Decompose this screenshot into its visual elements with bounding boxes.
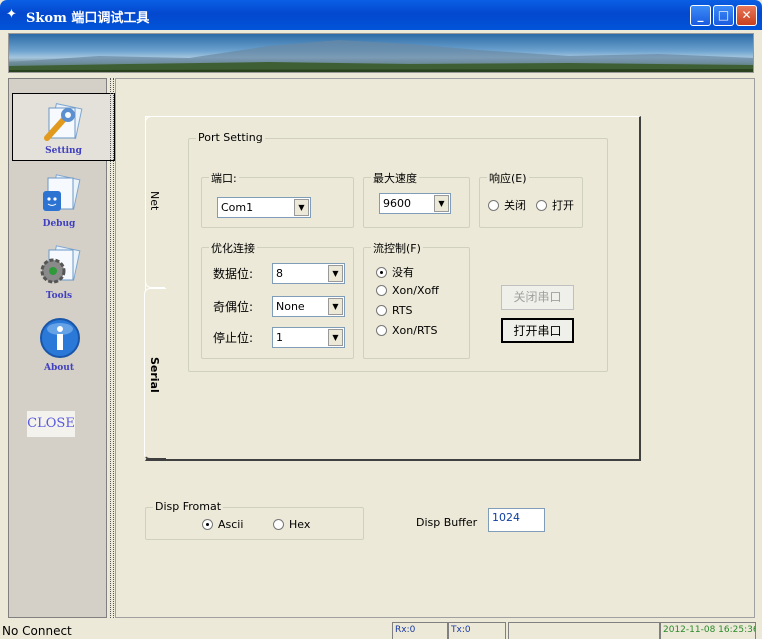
serial-tab-panel: Port Setting 端口: Com1 ▼ 最大速度 9600 ▼ 响应(E… [145,116,641,461]
response-group: 响应(E) 关闭 打开 [479,170,583,228]
disp-format-label: Disp Fromat [153,500,224,513]
sidebar-item-tools[interactable]: Tools [11,237,107,305]
open-port-button[interactable]: 打开串口 [501,318,574,343]
minimize-icon: _ [697,8,704,22]
flow-none-radio[interactable]: 没有 [376,264,414,280]
parity-select[interactable]: None ▼ [272,296,345,317]
sidebar-item-setting[interactable]: Setting [12,93,115,161]
response-on-radio[interactable]: 打开 [536,197,574,213]
disp-hex-label: Hex [289,518,311,531]
chevron-down-icon[interactable]: ▼ [294,199,309,216]
connection-status: No Connect [2,624,72,638]
disp-hex-radio[interactable]: Hex [273,518,310,531]
radio-icon [273,519,284,530]
setting-icon [44,103,83,141]
stop-bits-value: 1 [276,331,283,344]
port-select[interactable]: Com1 ▼ [217,197,311,218]
window-title: Skom 端口调试工具 [26,11,150,26]
chevron-down-icon[interactable]: ▼ [434,195,449,212]
sidebar-item-label: Debug [42,219,76,229]
minimize-button[interactable]: _ [690,5,711,26]
disp-buffer-label: Disp Buffer [416,516,478,529]
radio-icon [376,325,387,336]
optimize-label: 优化连接 [209,240,257,256]
flow-control-label: 流控制(F) [371,240,423,256]
about-icon [40,318,80,358]
status-blank [508,622,660,639]
flow-control-group: 流控制(F) 没有 Xon/Xoff RTS Xon/RTS [363,240,470,359]
sidebar-item-debug[interactable]: Debug [11,165,107,233]
radio-icon [488,200,499,211]
app-icon: ✦ [6,7,17,22]
tools-icon [40,245,81,284]
flow-xon-xoff-radio[interactable]: Xon/Xoff [376,284,439,297]
maximize-button[interactable]: □ [713,5,734,26]
max-speed-label: 最大速度 [371,170,419,186]
disp-buffer-input[interactable]: 1024 [488,508,545,532]
port-setting-group: Port Setting 端口: Com1 ▼ 最大速度 9600 ▼ 响应(E… [188,131,608,372]
close-app-button[interactable]: CLOSE [27,411,75,437]
port-value: Com1 [221,201,254,214]
radio-icon [536,200,547,211]
tab-net-label: Net [148,191,161,211]
tab-net[interactable]: Net [145,116,165,288]
sidebar-item-label: Setting [45,146,82,156]
flow-rts-radio[interactable]: RTS [376,304,413,317]
optimize-group: 优化连接 数据位: 8 ▼ 奇偶位: None ▼ 停止位: 1 ▼ [201,240,354,359]
port-label: 端口: [209,170,239,186]
flow-option-label: Xon/RTS [392,324,438,337]
port-setting-title: Port Setting [196,131,265,144]
data-bits-select[interactable]: 8 ▼ [272,263,345,284]
disp-ascii-label: Ascii [218,518,244,531]
response-label: 响应(E) [487,170,529,186]
sidebar: Setting Debug Tools About CLOSE [8,78,115,618]
main-window: ✦ Skom 端口调试工具 _ □ ✕ Setting Debug Tools … [0,0,762,639]
chevron-down-icon[interactable]: ▼ [328,329,343,346]
stop-bits-select[interactable]: 1 ▼ [272,327,345,348]
max-speed-value: 9600 [383,197,411,210]
data-bits-value: 8 [276,267,283,280]
sidebar-item-label: Tools [45,291,73,301]
flow-xon-rts-radio[interactable]: Xon/RTS [376,324,438,337]
splitter[interactable] [110,78,114,618]
disp-ascii-radio[interactable]: Ascii [202,518,243,531]
response-off-radio[interactable]: 关闭 [488,197,526,213]
stop-bits-label: 停止位: [213,331,254,345]
close-port-button[interactable]: 关闭串口 [501,285,574,310]
rx-counter: Rx:0 [392,622,448,639]
maximize-icon: □ [717,8,730,22]
tab-serial-label: Serial [148,357,161,393]
tx-counter: Tx:0 [448,622,506,639]
mountain-landscape [9,40,753,72]
chevron-down-icon[interactable]: ▼ [328,265,343,282]
close-button[interactable]: ✕ [736,5,757,26]
tab-serial[interactable]: Serial [144,288,166,460]
port-group: 端口: Com1 ▼ [201,170,354,228]
flow-option-label: 没有 [392,266,414,279]
max-speed-select[interactable]: 9600 ▼ [379,193,451,214]
response-on-label: 打开 [552,199,574,212]
response-off-label: 关闭 [504,199,526,212]
chevron-down-icon[interactable]: ▼ [328,298,343,315]
status-bar: No Connect Rx:0 Tx:0 2012-11-08 16:25:36 [0,622,762,639]
disp-format-group: Disp Fromat Ascii Hex [145,500,364,540]
sidebar-item-label: About [44,363,74,373]
flow-option-label: Xon/Xoff [392,284,439,297]
radio-icon [376,305,387,316]
max-speed-group: 最大速度 9600 ▼ [363,170,470,228]
flow-option-label: RTS [392,304,413,317]
radio-selected-icon [202,519,213,530]
title-bar[interactable]: ✦ Skom 端口调试工具 _ □ ✕ [0,0,762,30]
close-icon: ✕ [741,8,752,22]
parity-label: 奇偶位: [213,300,254,314]
parity-value: None [276,300,305,313]
radio-icon [376,285,387,296]
debug-icon [43,174,81,211]
data-bits-label: 数据位: [213,267,254,281]
datetime-display: 2012-11-08 16:25:36 [660,622,756,639]
radio-selected-icon [376,267,387,278]
sidebar-item-about[interactable]: About [11,309,107,377]
header-banner-image [8,33,754,73]
